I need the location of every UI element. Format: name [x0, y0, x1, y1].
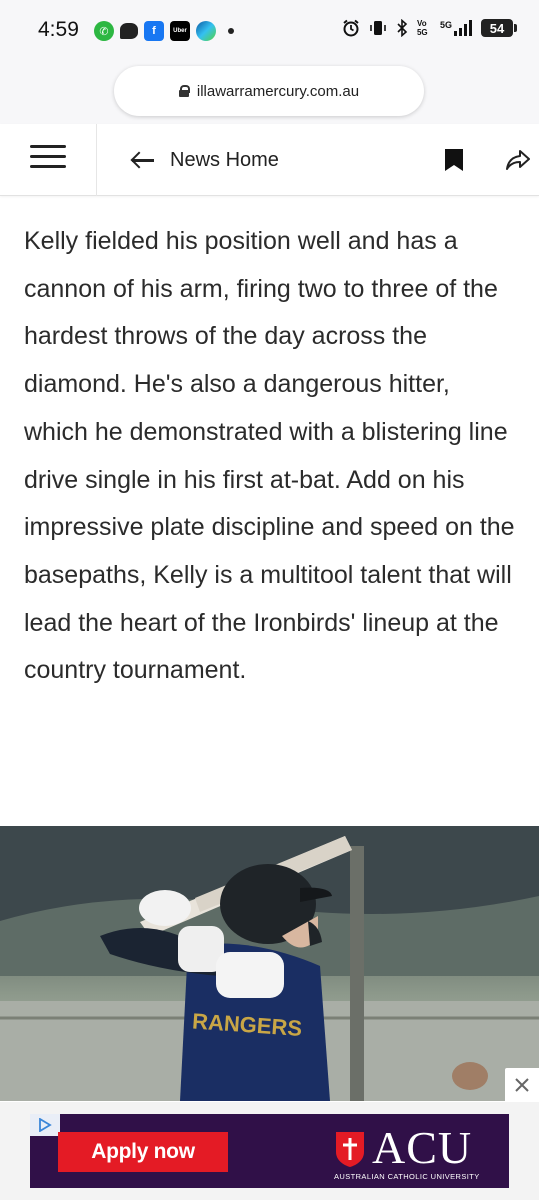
chat-icon: [120, 23, 138, 39]
lock-icon: [178, 85, 190, 97]
article-photo[interactable]: RANGERS: [0, 826, 539, 1101]
vibrate-icon: [370, 21, 386, 35]
ad-container: Apply now ACU AUSTRALIAN CATHOLIC UNIVER…: [0, 1102, 539, 1200]
battery-level: 54: [489, 20, 505, 36]
acu-logo-text: ACU: [372, 1122, 473, 1173]
site-header: News Home: [0, 124, 539, 196]
more-notifications-icon: [228, 28, 234, 34]
acu-shield-icon: [336, 1132, 364, 1167]
facebook-icon: f: [144, 21, 164, 41]
batter-illustration: RANGERS: [0, 826, 539, 1101]
browser-toolbar: illawarramercury.com.au: [0, 62, 539, 124]
system-icons: Vo 5G 5G 54: [342, 19, 517, 37]
adchoices-icon[interactable]: [30, 1114, 60, 1136]
status-time: 4:59: [38, 18, 79, 41]
bluetooth-icon: [397, 19, 408, 37]
close-ad-button[interactable]: [505, 1068, 539, 1102]
close-icon: [515, 1078, 529, 1092]
volte-label: Vo 5G: [416, 19, 428, 37]
uber-icon: Uber: [170, 21, 190, 41]
whatsapp-icon: ✆: [94, 21, 114, 41]
bookmark-icon[interactable]: [444, 148, 464, 172]
status-bar: 4:59 ✆ f Uber Vo 5G 5G 54: [0, 0, 539, 62]
menu-icon[interactable]: [30, 144, 66, 172]
network-label: 5G: [439, 20, 452, 30]
news-home-link[interactable]: News Home: [130, 144, 279, 176]
ad-banner[interactable]: Apply now ACU AUSTRALIAN CATHOLIC UNIVER…: [30, 1114, 509, 1188]
notification-icons: ✆ f Uber: [94, 21, 234, 41]
acu-full-name: AUSTRALIAN CATHOLIC UNIVERSITY: [334, 1172, 480, 1181]
nav-divider: [96, 124, 97, 196]
apply-now-button[interactable]: Apply now: [58, 1132, 228, 1172]
alarm-icon: [343, 19, 359, 37]
article-paragraph: Kelly fielded his position well and has …: [24, 227, 515, 685]
edge-icon: [196, 21, 216, 41]
back-label: News Home: [170, 148, 279, 171]
url-text: illawarramercury.com.au: [196, 82, 360, 100]
back-arrow-icon: [130, 152, 156, 168]
share-icon[interactable]: [504, 146, 532, 174]
url-bar[interactable]: illawarramercury.com.au: [114, 66, 424, 116]
signal-icon: 5G: [440, 20, 472, 36]
battery-icon: 54: [481, 19, 517, 37]
